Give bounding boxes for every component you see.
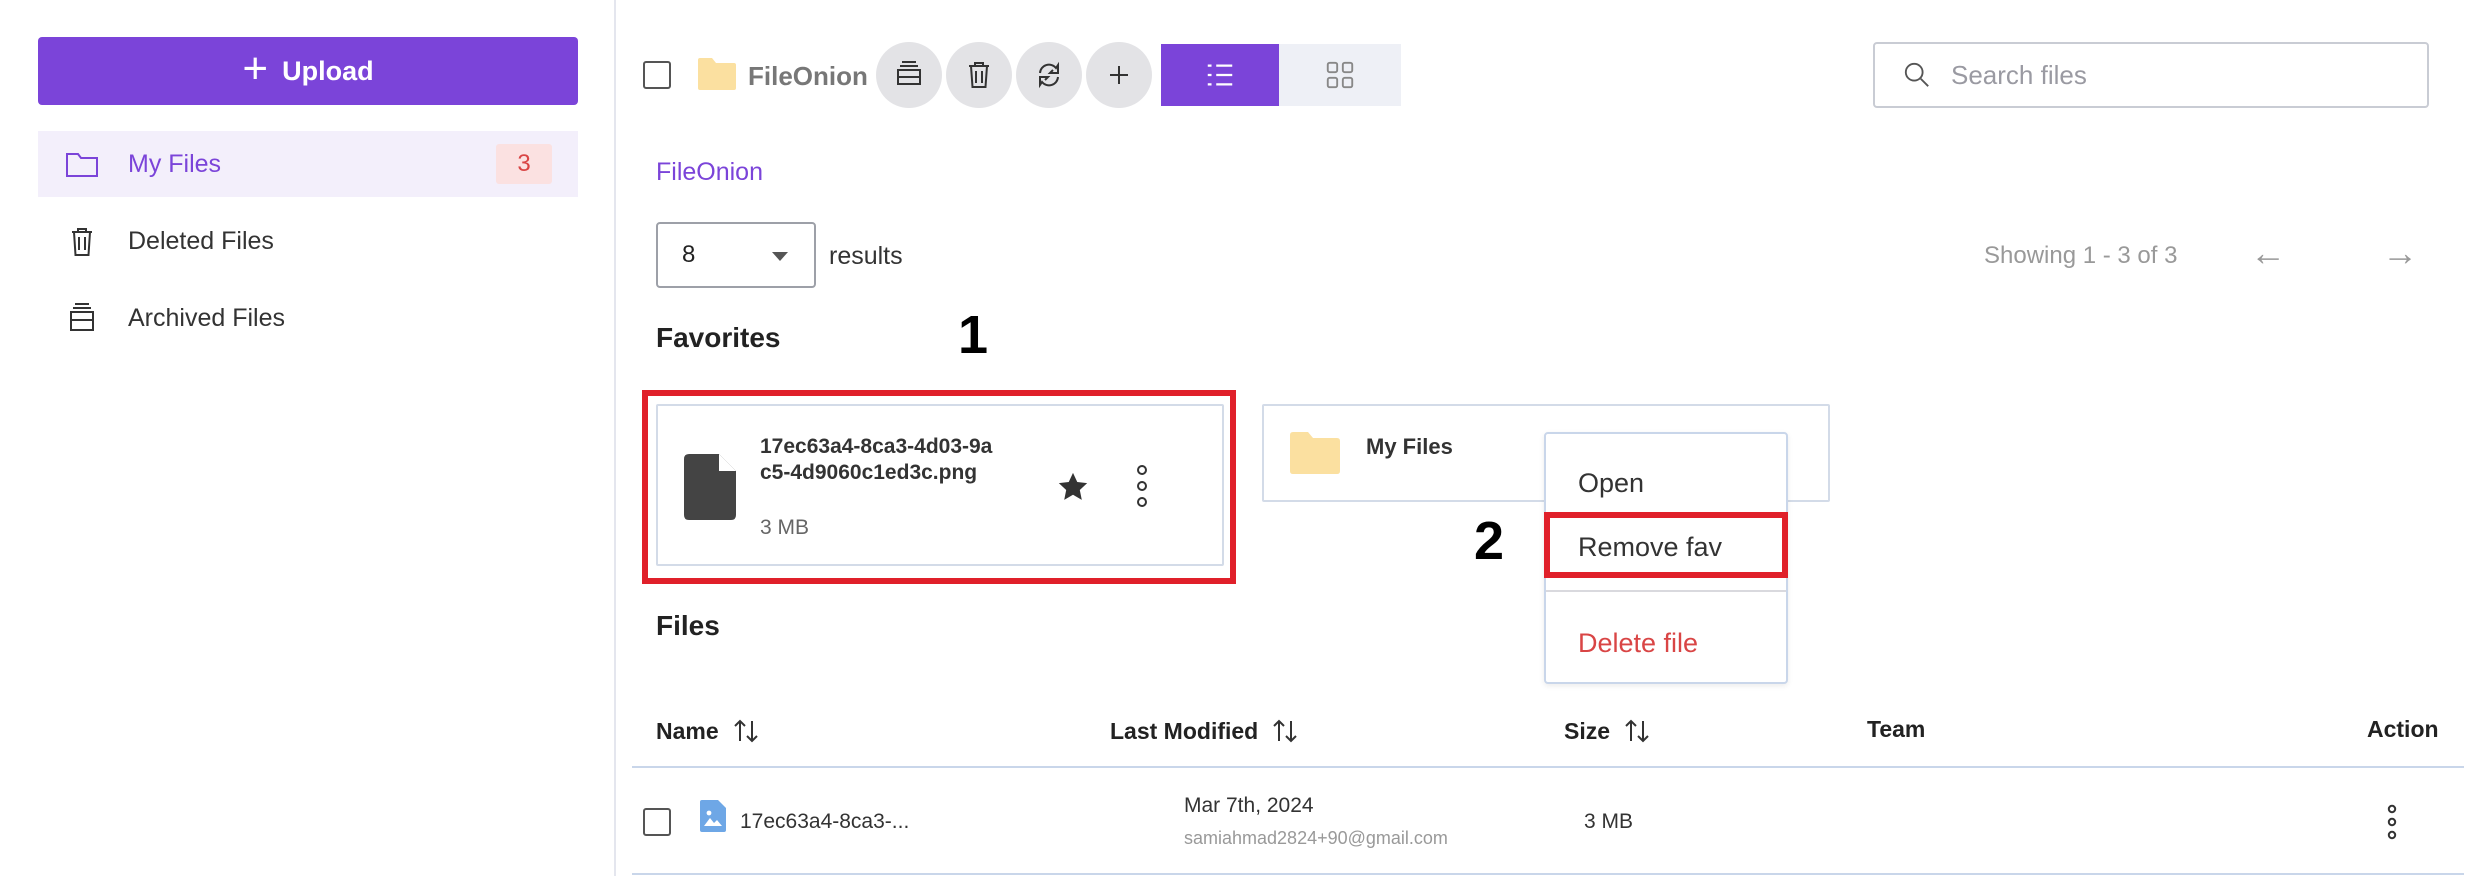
more-vertical-icon[interactable] [1132, 464, 1152, 508]
folder-icon [66, 153, 98, 177]
prev-page-button[interactable]: ← [2250, 232, 2286, 274]
sort-icon [733, 719, 758, 743]
sidebar-item-label: My Files [128, 149, 222, 178]
per-page-select[interactable]: 8 [656, 222, 816, 288]
favorite-file-card[interactable]: 17ec63a4-8ca3-4d03-9ac5-4d9060c1ed3c.png… [656, 404, 1224, 566]
select-all-checkbox[interactable] [643, 61, 671, 89]
annotation-step-2: 2 [1474, 511, 1505, 571]
column-label: Name [656, 717, 719, 744]
favorites-heading: Favorites [656, 322, 781, 353]
grid-view-button[interactable] [1279, 44, 1401, 106]
sidebar-item-archived-files[interactable]: Archived Files [38, 285, 578, 351]
current-folder-name: FileOnion [748, 61, 868, 91]
upload-button[interactable]: + Upload [38, 37, 578, 105]
next-page-button[interactable]: → [2382, 232, 2418, 274]
table-divider [632, 873, 2464, 875]
image-file-icon [700, 800, 726, 832]
menu-divider [1546, 590, 1786, 592]
chevron-down-icon [772, 252, 788, 261]
column-header-size[interactable]: Size [1564, 716, 1652, 746]
more-vertical-icon[interactable] [2384, 804, 2400, 840]
per-page-value: 8 [682, 241, 696, 268]
upload-label: Upload [282, 55, 374, 86]
column-label: Last Modified [1110, 717, 1259, 744]
column-header-last-modified[interactable]: Last Modified [1110, 716, 1300, 746]
refresh-icon [1039, 61, 1059, 89]
folder-icon [1290, 432, 1340, 474]
sidebar-item-deleted-files[interactable]: Deleted Files [38, 208, 578, 274]
search-input[interactable] [1951, 59, 2391, 91]
folder-icon [698, 58, 736, 90]
column-header-action: Action [2367, 716, 2439, 743]
archive-icon [897, 61, 921, 85]
refresh-button[interactable] [1016, 42, 1082, 108]
column-label: Action [2367, 716, 2439, 742]
files-heading: Files [656, 610, 720, 641]
modified-date: Mar 7th, 2024 [1184, 794, 1314, 817]
delete-button[interactable] [946, 42, 1012, 108]
sort-icon [1625, 719, 1649, 743]
sidebar-item-label: Archived Files [128, 303, 285, 332]
plus-icon [1110, 66, 1128, 84]
main-content: FileOnion FileOnion 8 results Showing 1 … [618, 0, 2470, 876]
file-icon [684, 454, 736, 520]
file-size: 3 MB [1584, 810, 1634, 833]
favorite-file-name: 17ec63a4-8ca3-4d03-9ac5-4d9060c1ed3c.png [760, 435, 993, 484]
trash-icon [72, 228, 92, 256]
archive-icon [70, 303, 94, 331]
menu-item-open[interactable]: Open [1578, 468, 1644, 499]
annotation-step-1: 1 [958, 305, 989, 365]
column-header-team: Team [1867, 716, 1925, 743]
pagination-summary: Showing 1 - 3 of 3 [1984, 242, 2178, 269]
menu-item-delete-file[interactable]: Delete file [1578, 628, 1698, 659]
sidebar: + Upload My Files 3 Deleted Files Archiv… [0, 0, 616, 876]
sort-icon [1273, 719, 1297, 743]
sidebar-item-label: Deleted Files [128, 226, 274, 255]
row-checkbox[interactable] [643, 808, 671, 836]
breadcrumb[interactable]: FileOnion [656, 158, 763, 187]
search-box[interactable] [1873, 42, 2429, 108]
file-count-badge: 3 [496, 144, 552, 184]
search-icon [1904, 62, 1929, 87]
annotation-highlight-box [1544, 512, 1788, 578]
star-icon[interactable] [1056, 470, 1090, 504]
file-name[interactable]: 17ec63a4-8ca3-... [740, 810, 909, 834]
favorite-file-size: 3 MB [760, 516, 810, 539]
table-row[interactable]: 17ec63a4-8ca3-... Mar 7th, 2024 samiahma… [632, 768, 2464, 876]
column-label: Size [1564, 717, 1611, 744]
trash-icon [969, 62, 989, 88]
results-label: results [829, 242, 903, 270]
modified-by: samiahmad2824+90@gmail.com [1184, 828, 1448, 848]
grid-icon [1326, 61, 1354, 89]
column-header-name[interactable]: Name [656, 716, 761, 746]
sidebar-item-my-files[interactable]: My Files 3 [38, 131, 578, 197]
add-button[interactable] [1086, 42, 1152, 108]
plus-icon: + [242, 44, 269, 93]
list-view-button[interactable] [1161, 44, 1279, 106]
list-icon [1207, 64, 1233, 86]
archive-button[interactable] [876, 42, 942, 108]
favorite-folder-name: My Files [1366, 434, 1453, 459]
column-label: Team [1867, 716, 1926, 742]
